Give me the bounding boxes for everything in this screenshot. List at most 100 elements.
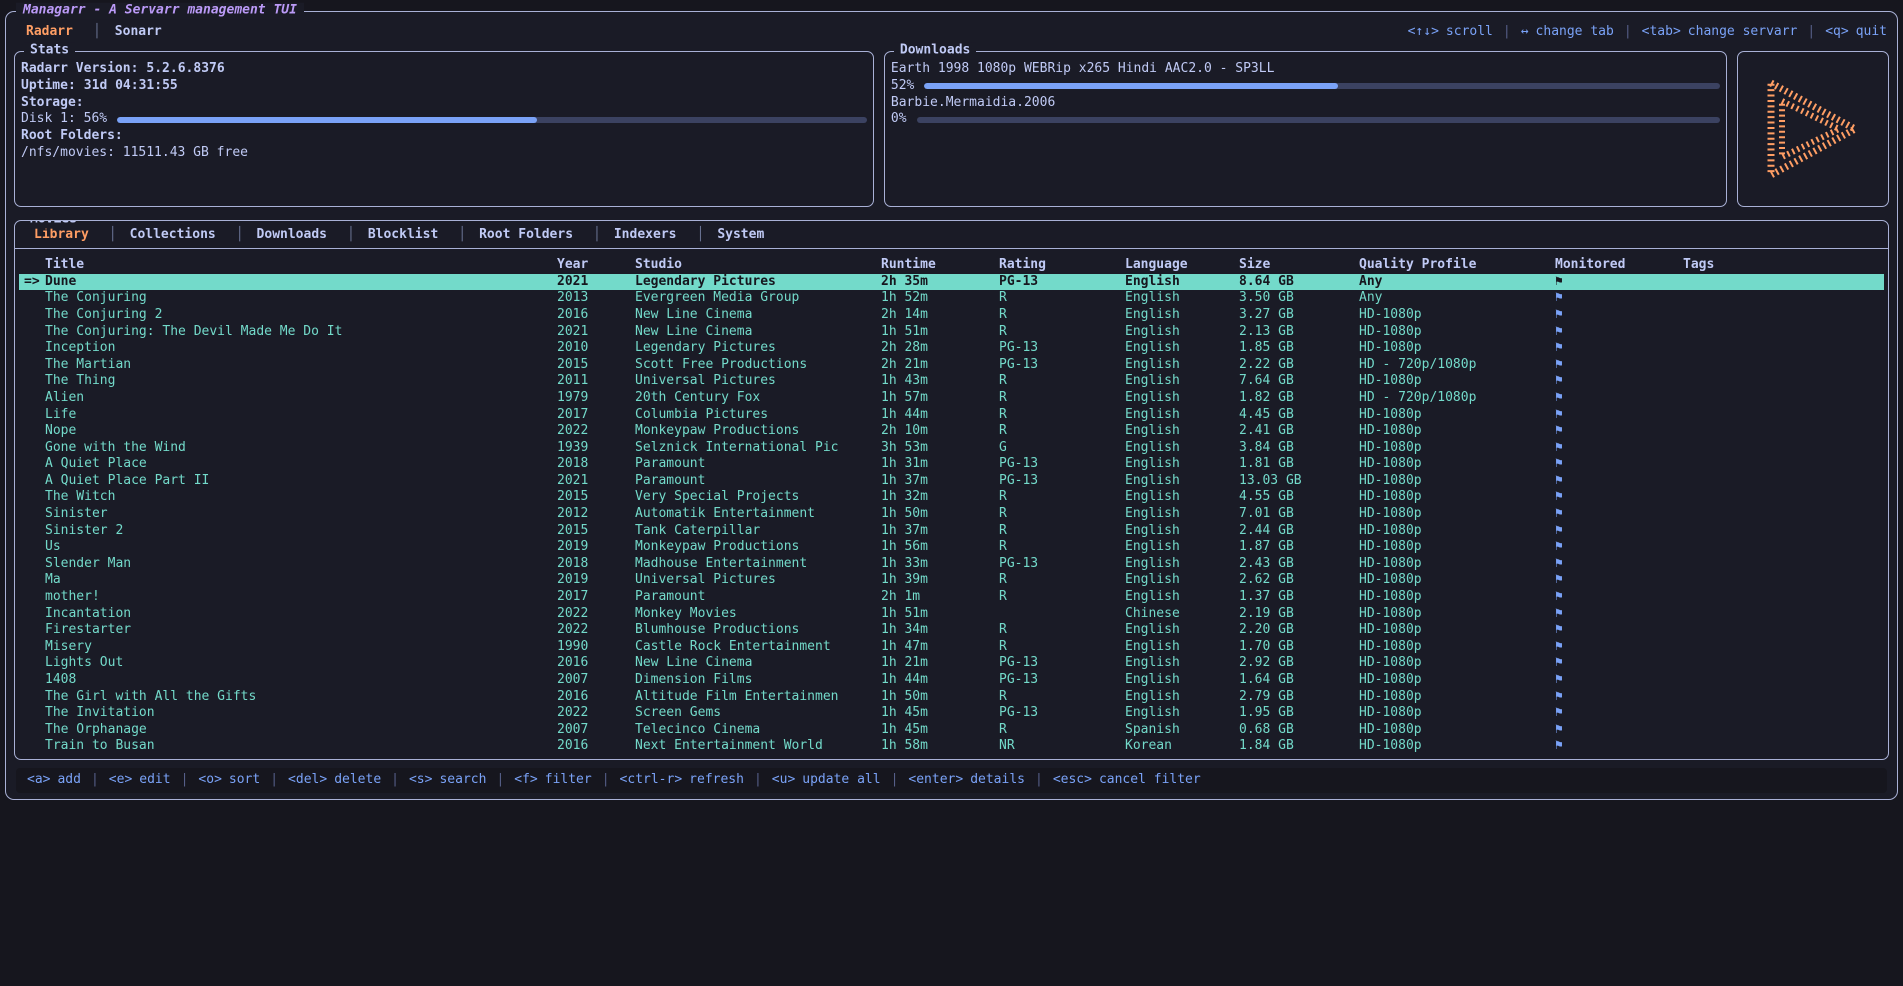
table-row[interactable]: => Dune 2021 Legendary Pictures 2h 35m P… (19, 274, 1884, 291)
table-row[interactable]: The Witch 2015 Very Special Projects 1h … (19, 490, 1884, 507)
column-header[interactable]: Title (45, 257, 557, 274)
movie-rating: R (999, 373, 1125, 390)
monitored-flag-icon: ⚑ (1555, 307, 1683, 324)
table-row[interactable]: The Girl with All the Gifts 2016 Altitud… (19, 689, 1884, 706)
movie-size: 2.44 GB (1239, 523, 1359, 540)
movie-year: 2011 (557, 373, 635, 390)
movie-title: The Witch (45, 489, 557, 506)
keybar-key: <del> (288, 772, 327, 789)
table-row[interactable]: Train to Busan 2016 Next Entertainment W… (19, 738, 1884, 755)
movie-rating: R (999, 539, 1125, 556)
column-header[interactable]: Tags (1683, 257, 1884, 274)
table-row[interactable]: Nope 2022 Monkeypaw Productions 2h 10m R… (19, 423, 1884, 440)
table-row[interactable]: Ma 2019 Universal Pictures 1h 39m R Engl… (19, 572, 1884, 589)
table-row[interactable]: A Quiet Place 2018 Paramount 1h 31m PG-1… (19, 456, 1884, 473)
column-header[interactable]: Monitored (1555, 257, 1683, 274)
table-row[interactable]: Us 2019 Monkeypaw Productions 1h 56m R E… (19, 539, 1884, 556)
column-header[interactable]: Studio (635, 257, 881, 274)
table-row[interactable]: The Conjuring: The Devil Made Me Do It 2… (19, 324, 1884, 341)
movie-rating: R (999, 407, 1125, 424)
movie-rating: R (999, 589, 1125, 606)
table-row[interactable]: mother! 2017 Paramount 2h 1m R English 1… (19, 589, 1884, 606)
keybar-label: refresh (689, 772, 744, 789)
movie-title: The Conjuring 2 (45, 307, 557, 324)
movies-tab[interactable]: Library (24, 227, 99, 244)
movies-tab[interactable]: Collections (99, 227, 226, 244)
movies-tab[interactable]: Blocklist (337, 227, 448, 244)
table-row[interactable]: Misery 1990 Castle Rock Entertainment 1h… (19, 639, 1884, 656)
table-row[interactable]: The Thing 2011 Universal Pictures 1h 43m… (19, 373, 1884, 390)
table-row[interactable]: Life 2017 Columbia Pictures 1h 44m R Eng… (19, 407, 1884, 424)
table-row[interactable]: A Quiet Place Part II 2021 Paramount 1h … (19, 473, 1884, 490)
table-row[interactable]: Incantation 2022 Monkey Movies 1h 51m Ch… (19, 606, 1884, 623)
keybar-label: filter (545, 772, 592, 789)
movie-language: English (1125, 340, 1239, 357)
movie-studio: Tank Caterpillar (635, 523, 881, 540)
keybar-label: add (57, 772, 80, 789)
monitored-flag-icon: ⚑ (1555, 539, 1683, 556)
table-row[interactable]: Sinister 2 2015 Tank Caterpillar 1h 37m … (19, 523, 1884, 540)
movies-table-wrap: Title Year Studio Runtime Rating Languag… (19, 252, 1884, 755)
table-row[interactable]: Firestarter 2022 Blumhouse Productions 1… (19, 622, 1884, 639)
movie-studio: Paramount (635, 456, 881, 473)
movie-studio: Dimension Films (635, 672, 881, 689)
managarr-logo-icon (1757, 72, 1869, 186)
movie-title: Gone with the Wind (45, 440, 557, 457)
table-row[interactable]: 1408 2007 Dimension Films 1h 44m PG-13 E… (19, 672, 1884, 689)
column-header[interactable]: Size (1239, 257, 1359, 274)
movie-runtime: 2h 21m (881, 357, 999, 374)
movie-title: Life (45, 407, 557, 424)
movie-size: 7.01 GB (1239, 506, 1359, 523)
movies-tab[interactable]: Root Folders (448, 227, 583, 244)
movie-language: English (1125, 456, 1239, 473)
movie-size: 2.20 GB (1239, 622, 1359, 639)
movie-runtime: 1h 56m (881, 539, 999, 556)
table-row[interactable]: Inception 2010 Legendary Pictures 2h 28m… (19, 340, 1884, 357)
download-percent: 0% (891, 111, 907, 128)
movie-rating: R (999, 622, 1125, 639)
column-header[interactable]: Rating (999, 257, 1125, 274)
column-header[interactable]: Language (1125, 257, 1239, 274)
movie-size: 3.84 GB (1239, 440, 1359, 457)
movies-tab[interactable]: Downloads (226, 227, 337, 244)
movie-rating: R (999, 390, 1125, 407)
table-row[interactable]: Sinister 2012 Automatik Entertainment 1h… (19, 506, 1884, 523)
download-name: Earth 1998 1080p WEBRip x265 Hindi AAC2.… (891, 61, 1720, 78)
download-item[interactable]: Earth 1998 1080p WEBRip x265 Hindi AAC2.… (891, 61, 1720, 95)
table-row[interactable]: Alien 1979 20th Century Fox 1h 57m R Eng… (19, 390, 1884, 407)
table-row[interactable]: Lights Out 2016 New Line Cinema 1h 21m P… (19, 655, 1884, 672)
column-header[interactable]: Year (557, 257, 635, 274)
table-row[interactable]: The Invitation 2022 Screen Gems 1h 45m P… (19, 705, 1884, 722)
table-row[interactable]: The Conjuring 2 2016 New Line Cinema 2h … (19, 307, 1884, 324)
table-row[interactable]: Gone with the Wind 1939 Selznick Interna… (19, 440, 1884, 457)
movie-year: 2016 (557, 307, 635, 324)
movies-tab[interactable]: Indexers (583, 227, 686, 244)
movie-quality-profile: Any (1359, 290, 1555, 307)
movie-title: Sinister 2 (45, 523, 557, 540)
monitored-flag-icon: ⚑ (1555, 523, 1683, 540)
table-row[interactable]: The Conjuring 2013 Evergreen Media Group… (19, 290, 1884, 307)
servarr-tab[interactable]: Radarr (16, 24, 83, 41)
movie-quality-profile: HD-1080p (1359, 324, 1555, 341)
disk-usage-line: Disk 1: 56% (21, 111, 867, 128)
movie-title: A Quiet Place Part II (45, 473, 557, 490)
help-label: scroll (1446, 24, 1493, 41)
movie-title: The Thing (45, 373, 557, 390)
stats-panel-title: Stats (24, 43, 75, 60)
monitored-flag-icon: ⚑ (1555, 390, 1683, 407)
table-row[interactable]: The Martian 2015 Scott Free Productions … (19, 357, 1884, 374)
keybar-key: <ctrl-r> (620, 772, 683, 789)
movie-studio: New Line Cinema (635, 324, 881, 341)
movie-year: 2007 (557, 672, 635, 689)
uptime-label: Uptime: (21, 78, 76, 95)
download-name: Barbie.Mermaidia.2006 (891, 95, 1720, 112)
download-item[interactable]: Barbie.Mermaidia.2006 0% (891, 95, 1720, 129)
monitored-flag-icon: ⚑ (1555, 456, 1683, 473)
column-header[interactable]: Quality Profile (1359, 257, 1555, 274)
column-header[interactable]: Runtime (881, 257, 999, 274)
table-row[interactable]: The Orphanage 2007 Telecinco Cinema 1h 4… (19, 722, 1884, 739)
row-selection-marker: => (19, 274, 45, 291)
movies-tab[interactable]: System (686, 227, 774, 244)
table-row[interactable]: Slender Man 2018 Madhouse Entertainment … (19, 556, 1884, 573)
servarr-tab[interactable]: Sonarr (83, 24, 172, 41)
